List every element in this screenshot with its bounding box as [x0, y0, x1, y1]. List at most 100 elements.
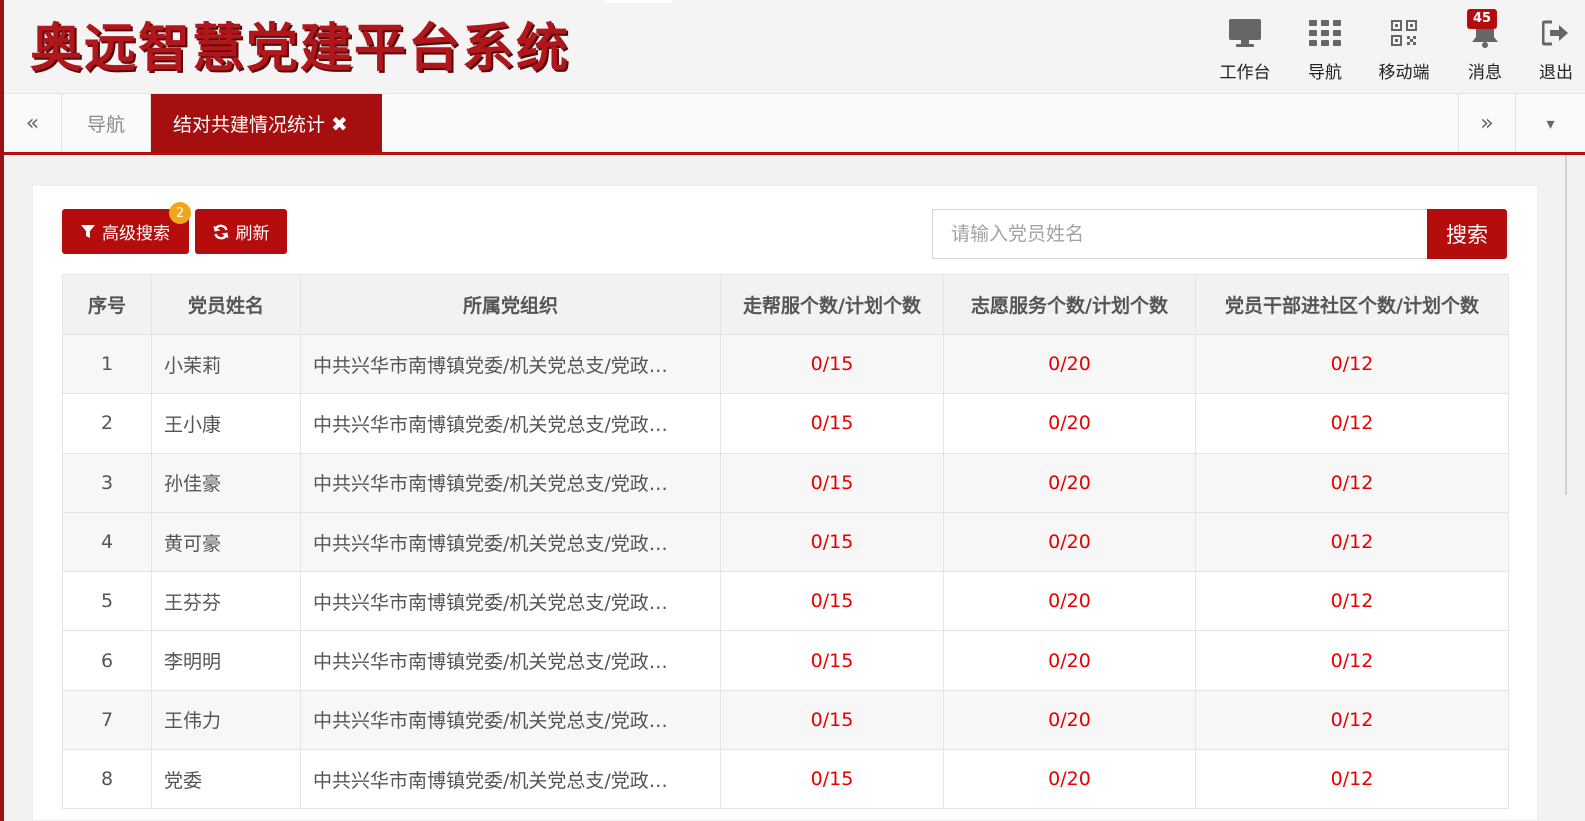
cell-organization: 中共兴华市南博镇党委/机关党总支/党政… — [300, 689, 721, 751]
table-row[interactable]: 6 李明明 中共兴华市南博镇党委/机关党总支/党政… 0/15 0/20 0/1… — [62, 630, 1509, 691]
caret-down-icon: ▾ — [1546, 114, 1555, 133]
cell-community-visit: 0/12 — [1195, 452, 1509, 513]
cell-index: 5 — [62, 571, 152, 632]
close-icon[interactable]: ✖ — [331, 112, 348, 136]
cell-help-service: 0/15 — [720, 630, 944, 691]
table-row[interactable]: 3 孙佳豪 中共兴华市南博镇党委/机关党总支/党政… 0/15 0/20 0/1… — [62, 452, 1509, 513]
cell-organization: 中共兴华市南博镇党委/机关党总支/党政… — [300, 393, 721, 454]
cell-organization: 中共兴华市南博镇党委/机关党总支/党政… — [300, 749, 721, 810]
cell-community-visit: 0/12 — [1195, 571, 1509, 632]
cell-community-visit: 0/12 — [1195, 689, 1509, 751]
cell-volunteer-service: 0/20 — [943, 452, 1196, 513]
filter-icon — [81, 224, 95, 239]
cell-volunteer-service: 0/20 — [943, 511, 1196, 573]
double-chevron-left-icon: « — [25, 111, 40, 136]
advanced-search-count-badge: 2 — [169, 202, 191, 224]
table-row[interactable]: 2 王小康 中共兴华市南博镇党委/机关党总支/党政… 0/15 0/20 0/1… — [62, 393, 1509, 454]
column-header-organization[interactable]: 所属党组织 — [300, 274, 721, 335]
column-header-community-visit[interactable]: 党员干部进社区个数/计划个数 — [1195, 274, 1509, 335]
cell-help-service: 0/15 — [720, 393, 944, 454]
cell-index: 2 — [62, 393, 152, 454]
cell-member-name: 李明明 — [151, 630, 301, 691]
cell-organization: 中共兴华市南博镇党委/机关党总支/党政… — [300, 571, 721, 632]
top-nav-workbench[interactable]: 工作台 — [1205, 0, 1285, 93]
tab-pairing-statistics[interactable]: 结对共建情况统计 ✖ — [151, 94, 382, 153]
tab-navigation[interactable]: 导航 — [62, 94, 151, 153]
table-row[interactable]: 7 王伟力 中共兴华市南博镇党委/机关党总支/党政… 0/15 0/20 0/1… — [62, 689, 1509, 751]
app-root: 奥远智慧党建平台系统 工作台 导航 移动端 45 消息 退出 « 导航 结对共建… — [0, 0, 1585, 821]
table-row[interactable]: 5 王芬芬 中共兴华市南博镇党委/机关党总支/党政… 0/15 0/20 0/1… — [62, 571, 1509, 632]
cell-help-service: 0/15 — [720, 689, 944, 751]
cell-community-visit: 0/12 — [1195, 749, 1509, 810]
qrcode-icon — [1391, 16, 1417, 50]
cell-organization: 中共兴华市南博镇党委/机关党总支/党政… — [300, 511, 721, 573]
cell-index: 1 — [62, 333, 152, 395]
tab-dropdown-button[interactable]: ▾ — [1516, 94, 1585, 153]
top-nav-label: 导航 — [1308, 63, 1342, 83]
grid-icon — [1309, 16, 1341, 50]
advanced-search-label: 高级搜索 — [102, 224, 170, 244]
cell-volunteer-service: 0/20 — [943, 630, 1196, 691]
refresh-icon — [213, 224, 229, 240]
cell-index: 6 — [62, 630, 152, 691]
cell-help-service: 0/15 — [720, 749, 944, 810]
refresh-label: 刷新 — [235, 224, 270, 244]
cell-help-service: 0/15 — [720, 333, 944, 395]
cell-help-service: 0/15 — [720, 452, 944, 513]
cell-help-service: 0/15 — [720, 511, 944, 573]
page-scrollbar[interactable] — [1565, 155, 1567, 495]
cell-member-name: 王芬芬 — [151, 571, 301, 632]
cell-member-name: 王伟力 — [151, 689, 301, 751]
cell-index: 3 — [62, 452, 152, 513]
column-header-volunteer-service[interactable]: 志愿服务个数/计划个数 — [943, 274, 1196, 335]
top-nav-label: 工作台 — [1219, 63, 1271, 83]
column-header-help-service[interactable]: 走帮服个数/计划个数 — [720, 274, 944, 335]
cell-volunteer-service: 0/20 — [943, 333, 1196, 395]
cell-volunteer-service: 0/20 — [943, 393, 1196, 454]
cell-index: 7 — [62, 689, 152, 751]
top-nav-label: 消息 — [1468, 63, 1502, 83]
statistics-table: 序号 党员姓名 所属党组织 走帮服个数/计划个数 志愿服务个数/计划个数 党员干… — [62, 274, 1509, 810]
top-nav-label: 退出 — [1539, 63, 1573, 83]
cell-volunteer-service: 0/20 — [943, 689, 1196, 751]
column-header-index[interactable]: 序号 — [62, 274, 152, 335]
tab-label: 导航 — [86, 114, 125, 136]
top-nav-navigation[interactable]: 导航 — [1285, 0, 1365, 93]
cell-index: 4 — [62, 511, 152, 573]
search-button[interactable]: 搜索 — [1427, 209, 1507, 259]
member-name-search-input[interactable] — [932, 209, 1428, 259]
cell-community-visit: 0/12 — [1195, 630, 1509, 691]
logout-icon — [1542, 16, 1570, 50]
cell-community-visit: 0/12 — [1195, 511, 1509, 573]
table-header-row: 序号 党员姓名 所属党组织 走帮服个数/计划个数 志愿服务个数/计划个数 党员干… — [62, 274, 1509, 335]
cell-help-service: 0/15 — [720, 571, 944, 632]
tab-scroll-right-button[interactable]: » — [1458, 94, 1516, 153]
table-row[interactable]: 4 黄可豪 中共兴华市南博镇党委/机关党总支/党政… 0/15 0/20 0/1… — [62, 511, 1509, 573]
cell-volunteer-service: 0/20 — [943, 571, 1196, 632]
column-header-member-name[interactable]: 党员姓名 — [151, 274, 301, 335]
monitor-icon — [1228, 16, 1262, 50]
table-row[interactable]: 8 党委 中共兴华市南博镇党委/机关党总支/党政… 0/15 0/20 0/12 — [62, 749, 1509, 810]
cell-member-name: 小茉莉 — [151, 333, 301, 395]
header: 奥远智慧党建平台系统 工作台 导航 移动端 45 消息 退出 — [4, 0, 1585, 93]
cell-organization: 中共兴华市南博镇党委/机关党总支/党政… — [300, 333, 721, 395]
refresh-button[interactable]: 刷新 — [195, 209, 287, 254]
table-row[interactable]: 1 小茉莉 中共兴华市南博镇党委/机关党总支/党政… 0/15 0/20 0/1… — [62, 333, 1509, 395]
top-nav-logout[interactable]: 退出 — [1527, 0, 1585, 93]
cell-index: 8 — [62, 749, 152, 810]
app-title-logo: 奥远智慧党建平台系统 — [30, 19, 571, 79]
messages-count-badge: 45 — [1467, 9, 1498, 29]
top-nav-messages[interactable]: 45 消息 — [1443, 0, 1527, 93]
header-accent-line — [604, 0, 672, 3]
tab-bar: « 导航 结对共建情况统计 ✖ » ▾ — [4, 93, 1585, 153]
double-chevron-right-icon: » — [1480, 111, 1494, 136]
top-nav-label: 移动端 — [1378, 63, 1430, 83]
cell-organization: 中共兴华市南博镇党委/机关党总支/党政… — [300, 452, 721, 513]
tab-label: 结对共建情况统计 — [173, 114, 326, 136]
cell-volunteer-service: 0/20 — [943, 749, 1196, 810]
top-nav-mobile[interactable]: 移动端 — [1365, 0, 1443, 93]
cell-community-visit: 0/12 — [1195, 333, 1509, 395]
tab-scroll-left-button[interactable]: « — [4, 94, 62, 153]
cell-organization: 中共兴华市南博镇党委/机关党总支/党政… — [300, 630, 721, 691]
cell-member-name: 黄可豪 — [151, 511, 301, 573]
